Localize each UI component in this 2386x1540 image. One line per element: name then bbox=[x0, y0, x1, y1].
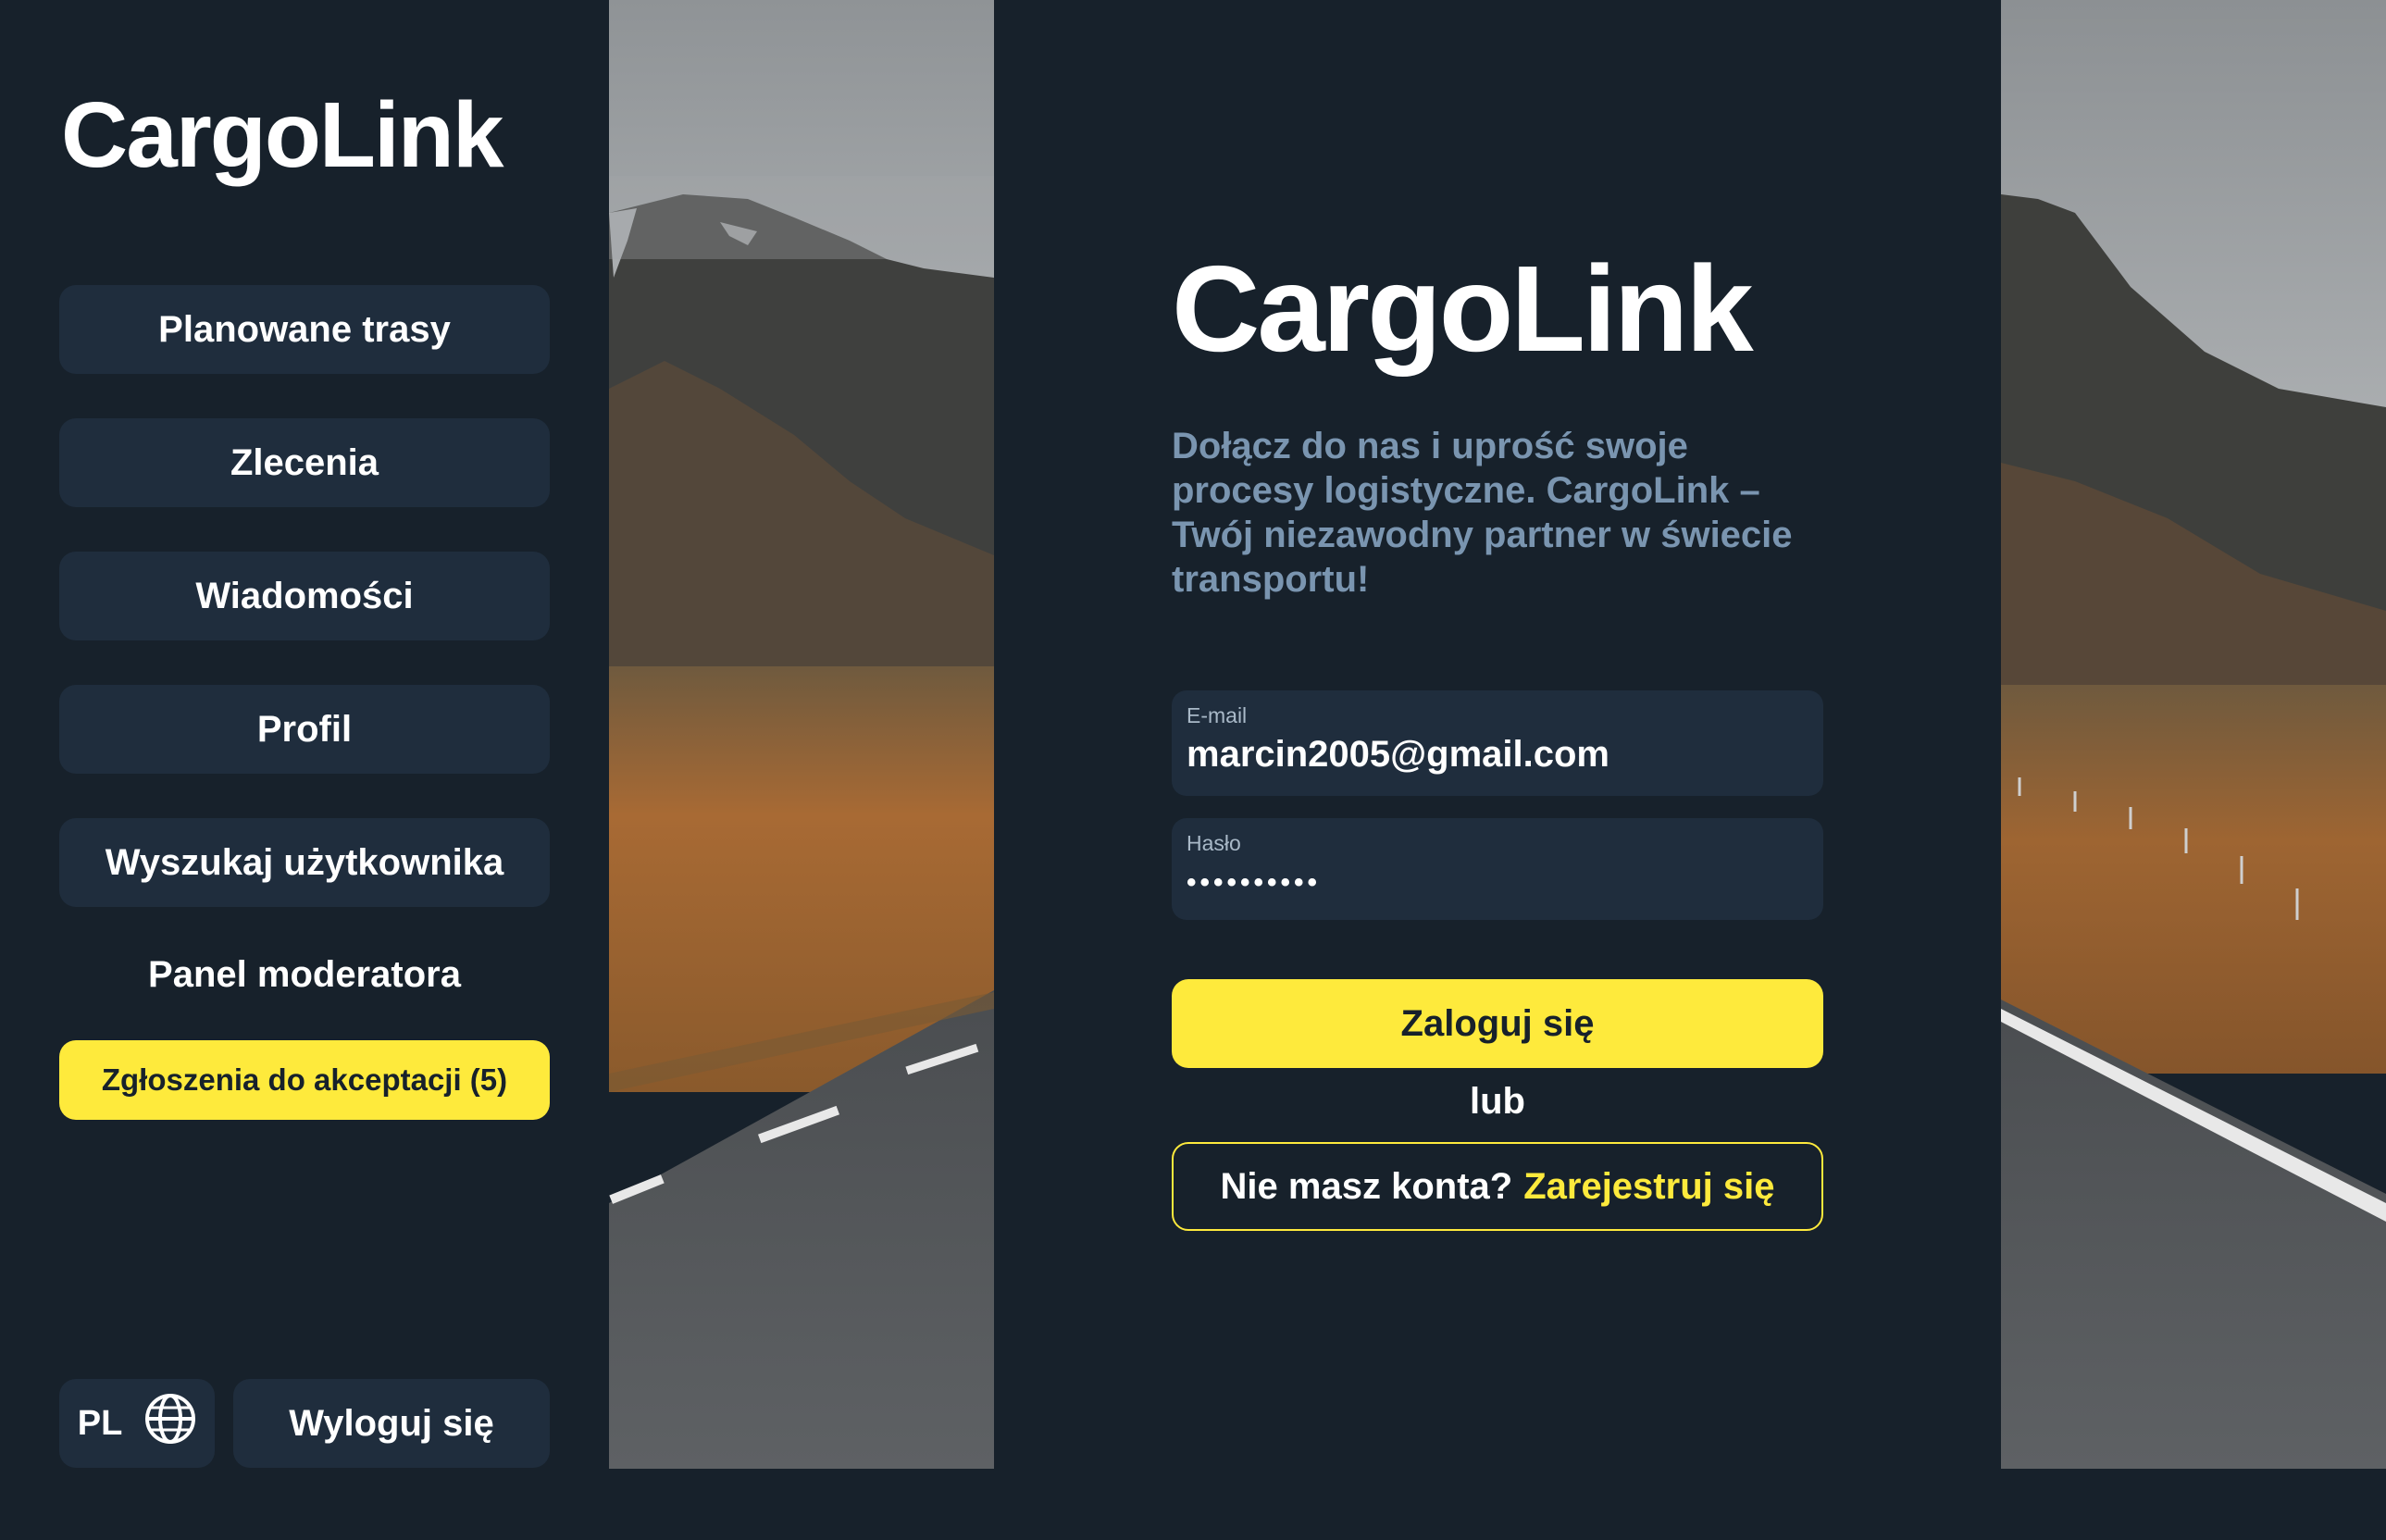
email-field-label: E-mail bbox=[1187, 703, 1248, 727]
logout-button[interactable]: Wyloguj się bbox=[233, 1379, 550, 1468]
sidebar-item-label: Wyszukaj użytkownika bbox=[105, 841, 504, 883]
sidebar: CargoLink Planowane trasy Zlecenia Wiado… bbox=[0, 0, 609, 1469]
sidebar-item-planned-routes[interactable]: Planowane trasy bbox=[59, 285, 550, 374]
sidebar-item-label: Profil bbox=[256, 708, 353, 750]
sidebar-item-orders[interactable]: Zlecenia bbox=[59, 418, 550, 507]
login-button[interactable]: Zaloguj się bbox=[1172, 979, 1823, 1068]
sidebar-item-label: Zlecenia bbox=[230, 441, 379, 483]
email-field[interactable]: E-mail bbox=[1172, 690, 1823, 796]
or-separator: lub bbox=[1470, 1081, 1525, 1122]
register-button[interactable]: Nie masz konta? Zarejestruj się bbox=[1172, 1142, 1823, 1231]
login-panel: CargoLink Dołącz do nas i uprość swoje p… bbox=[994, 0, 2001, 1469]
logout-label: Wyloguj się bbox=[289, 1402, 494, 1444]
sidebar-item-label: Planowane trasy bbox=[158, 308, 451, 350]
pending-requests-button[interactable]: Zgłoszenia do akceptacji (5) bbox=[59, 1040, 550, 1120]
register-prompt: Nie masz konta? bbox=[1220, 1165, 1513, 1207]
sidebar-item-profile[interactable]: Profil bbox=[59, 685, 550, 774]
landscape-photo-right bbox=[2001, 0, 2386, 1469]
login-brand-title: CargoLink bbox=[1172, 241, 1754, 377]
sidebar-item-label: Wiadomości bbox=[195, 575, 414, 616]
pending-requests-label: Zgłoszenia do akceptacji (5) bbox=[101, 1062, 508, 1097]
app-root: CargoLink Planowane trasy Zlecenia Wiado… bbox=[0, 0, 2386, 1540]
landscape-photo-left bbox=[609, 0, 994, 1469]
sidebar-item-search-user[interactable]: Wyszukaj użytkownika bbox=[59, 818, 550, 907]
globe-icon bbox=[144, 1393, 196, 1454]
language-code: PL bbox=[77, 1403, 123, 1443]
moderator-panel-heading: Panel moderatora bbox=[148, 953, 461, 995]
login-button-label: Zaloguj się bbox=[1400, 1002, 1595, 1044]
password-field[interactable]: Hasło •••••••••• bbox=[1172, 818, 1823, 920]
sidebar-item-messages[interactable]: Wiadomości bbox=[59, 552, 550, 640]
register-link[interactable]: Zarejestruj się bbox=[1523, 1166, 1774, 1208]
sidebar-brand-logo: CargoLink bbox=[61, 83, 503, 187]
email-input[interactable] bbox=[1187, 734, 1808, 776]
login-tagline: Dołącz do nas i uprość swoje procesy log… bbox=[1172, 426, 1793, 600]
language-selector[interactable]: PL bbox=[59, 1379, 215, 1468]
password-field-label: Hasło bbox=[1187, 831, 1241, 855]
password-input[interactable]: •••••••••• bbox=[1187, 867, 1808, 899]
